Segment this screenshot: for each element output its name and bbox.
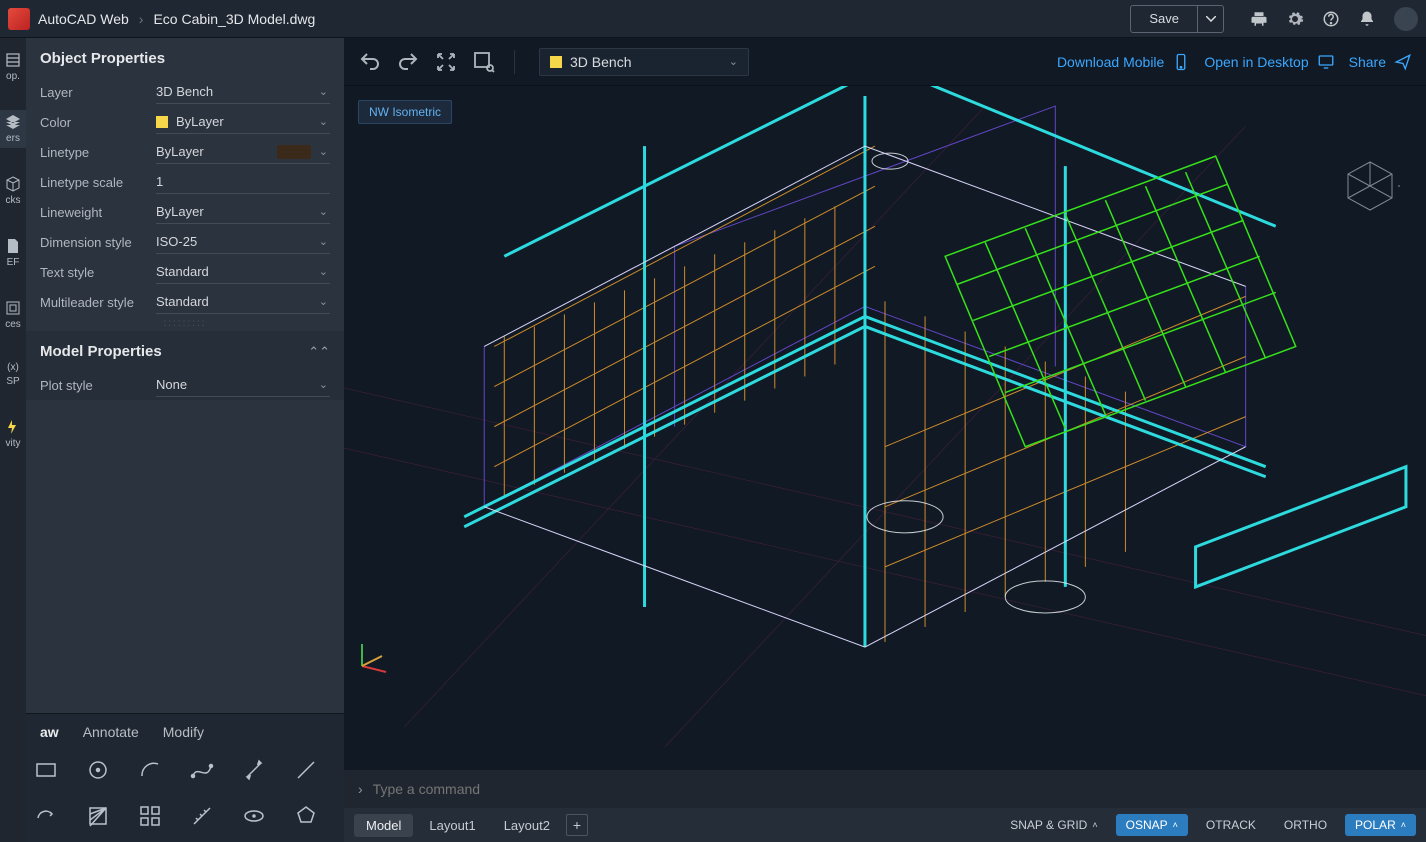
breadcrumb-app[interactable]: AutoCAD Web [38, 11, 129, 27]
polygon-tool-icon[interactable] [294, 804, 318, 828]
line-tool-icon[interactable] [294, 758, 318, 782]
color-swatch-icon [156, 116, 168, 128]
rail-item-xref[interactable]: EF [0, 234, 26, 272]
command-input[interactable] [373, 781, 1412, 797]
command-chevron-icon: › [358, 781, 363, 797]
canvas-area: 3D Bench ⌄ Download Mobile Open in Deskt… [344, 38, 1426, 842]
chevron-up-icon: ˄ [1173, 820, 1178, 830]
lineweight-dropdown[interactable]: ByLayer⌄ [156, 200, 330, 224]
rail-item-prop[interactable]: op. [0, 48, 26, 86]
left-rail: op. ers cks EF ces (x)SP vity [0, 38, 26, 842]
share-icon [1394, 53, 1412, 71]
bell-icon[interactable] [1358, 10, 1376, 28]
hatch-tool-icon[interactable] [86, 804, 110, 828]
linetype-dropdown[interactable]: ByLayer⌄ [156, 140, 330, 164]
model-properties-header[interactable]: Model Properties ⌃⌃ [26, 331, 344, 370]
undo-icon[interactable] [358, 50, 382, 74]
redo-icon[interactable] [396, 50, 420, 74]
print-icon[interactable] [1250, 10, 1268, 28]
save-dropdown-button[interactable] [1198, 5, 1224, 33]
collapse-icon[interactable]: ⌃⌃ [308, 344, 330, 360]
desktop-icon [1317, 53, 1335, 71]
tab-modify[interactable]: Modify [163, 724, 204, 740]
status-bar: Model Layout1 Layout2 + SNAP & GRID˄ OSN… [344, 808, 1426, 842]
top-bar: AutoCAD Web › Eco Cabin_3D Model.dwg Sav… [0, 0, 1426, 38]
share-link[interactable]: Share [1349, 53, 1412, 71]
tab-layout1[interactable]: Layout1 [417, 814, 487, 837]
polar-toggle[interactable]: POLAR˄ [1345, 814, 1416, 836]
layer-color-swatch-icon [550, 56, 562, 68]
app-logo[interactable] [8, 8, 30, 30]
save-button[interactable]: Save [1130, 5, 1198, 33]
rail-item-traces[interactable]: ces [0, 296, 26, 334]
breadcrumb-file[interactable]: Eco Cabin_3D Model.dwg [153, 11, 315, 27]
command-bar: › [344, 770, 1426, 808]
tab-draw[interactable]: aw [40, 724, 59, 740]
rail-item-lisp[interactable]: (x)SP [0, 358, 26, 391]
spline-tool-icon[interactable] [190, 758, 214, 782]
breadcrumb: AutoCAD Web › Eco Cabin_3D Model.dwg [38, 11, 315, 27]
tool-palette: aw Annotate Modify [26, 713, 344, 842]
color-dropdown[interactable]: ByLayer⌄ [156, 110, 330, 134]
osnap-toggle[interactable]: OSNAP˄ [1116, 814, 1188, 836]
ortho-toggle[interactable]: ORTHO [1274, 814, 1337, 836]
revcloud-tool-icon[interactable] [34, 804, 58, 828]
wireframe-model [344, 86, 1426, 747]
tab-model-space[interactable]: Model [354, 814, 413, 837]
panel-resize-grip[interactable]: ::::::::: [26, 317, 344, 329]
gear-icon[interactable] [1286, 10, 1304, 28]
dimension-style-dropdown[interactable]: ISO-25⌄ [156, 230, 330, 254]
help-icon[interactable] [1322, 10, 1340, 28]
download-mobile-link[interactable]: Download Mobile [1057, 53, 1190, 71]
chevron-up-icon: ˄ [1092, 820, 1097, 830]
user-avatar[interactable] [1394, 7, 1418, 31]
zoom-extents-icon[interactable] [434, 50, 458, 74]
array-tool-icon[interactable] [138, 804, 162, 828]
line-arrows-tool-icon[interactable] [242, 758, 266, 782]
measure-tool-icon[interactable] [190, 804, 214, 828]
snap-grid-toggle[interactable]: SNAP & GRID˄ [1000, 814, 1107, 836]
circle-tool-icon[interactable] [86, 758, 110, 782]
plot-style-dropdown[interactable]: None⌄ [156, 373, 330, 397]
rail-item-activity[interactable]: vity [0, 415, 26, 453]
open-desktop-link[interactable]: Open in Desktop [1204, 53, 1334, 71]
layer-dropdown[interactable]: 3D Bench⌄ [156, 80, 330, 104]
otrack-toggle[interactable]: OTRACK [1196, 814, 1266, 836]
linetype-scale-input[interactable]: 1 [156, 170, 330, 194]
multileader-style-dropdown[interactable]: Standard⌄ [156, 290, 330, 314]
tab-annotate[interactable]: Annotate [83, 724, 139, 740]
linetype-swatch-icon [277, 145, 311, 159]
save-button-group: Save [1130, 5, 1224, 33]
viewport[interactable]: NW Isometric [344, 86, 1426, 770]
rectangle-tool-icon[interactable] [34, 758, 58, 782]
rail-item-blocks[interactable]: cks [0, 172, 26, 210]
rail-item-layers[interactable]: ers [0, 110, 26, 148]
add-layout-button[interactable]: + [566, 814, 588, 836]
object-properties-header[interactable]: Object Properties [26, 38, 344, 77]
axis-gizmo-icon[interactable] [354, 634, 394, 674]
mobile-icon [1172, 53, 1190, 71]
ellipse-tool-icon[interactable] [242, 804, 266, 828]
canvas-toolbar: 3D Bench ⌄ Download Mobile Open in Deskt… [344, 38, 1426, 86]
arc-tool-icon[interactable] [138, 758, 162, 782]
zoom-window-icon[interactable] [472, 50, 496, 74]
text-style-dropdown[interactable]: Standard⌄ [156, 260, 330, 284]
chevron-right-icon: › [139, 11, 144, 27]
viewcube-icon[interactable] [1340, 156, 1400, 216]
chevron-down-icon: ⌄ [729, 55, 738, 68]
active-layer-dropdown[interactable]: 3D Bench ⌄ [539, 48, 749, 76]
chevron-up-icon: ˄ [1401, 820, 1406, 830]
tab-layout2[interactable]: Layout2 [492, 814, 562, 837]
properties-panel: Object Properties Layer 3D Bench⌄ Color … [26, 38, 344, 842]
